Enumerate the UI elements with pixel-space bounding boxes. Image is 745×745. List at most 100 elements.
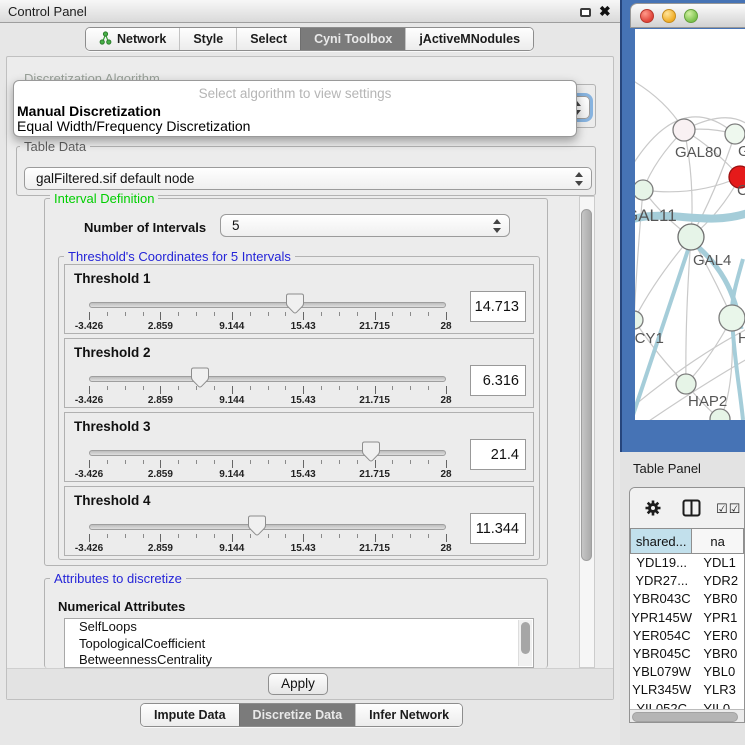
numerical-attributes-list[interactable]: SelfLoopsTopologicalCoefficientBetweenne… bbox=[64, 618, 534, 668]
attribute-list-item[interactable]: BetweennessCentrality bbox=[65, 652, 533, 668]
slider-handle[interactable] bbox=[285, 293, 304, 314]
table-row[interactable]: YBR045CYBR0 bbox=[630, 645, 744, 663]
tab-impute-data[interactable]: Impute Data bbox=[141, 704, 239, 726]
threshold-value-field[interactable] bbox=[470, 291, 526, 322]
popup-placeholder: Select algorithm to view settings bbox=[14, 86, 576, 101]
cell-name[interactable]: YDR2 bbox=[693, 572, 744, 590]
network-window-frame: GAL80 GA C GAL11 GAL4 GCY1 H HAP2 bbox=[620, 0, 745, 452]
node-gcy1[interactable] bbox=[635, 311, 643, 329]
table-row[interactable]: YBL079WYBL0 bbox=[630, 663, 744, 681]
tab-style[interactable]: Style bbox=[179, 28, 236, 50]
slider-track[interactable] bbox=[89, 376, 446, 382]
slider-handle[interactable] bbox=[190, 367, 209, 388]
attribute-list-item[interactable]: SelfLoops bbox=[65, 619, 533, 636]
slider-handle[interactable] bbox=[247, 515, 266, 536]
gear-icon[interactable] bbox=[644, 499, 662, 522]
show-columns-checkboxes-icon[interactable]: ☑☑ bbox=[716, 502, 741, 517]
num-intervals-combo[interactable]: 5 bbox=[220, 214, 510, 237]
node-gal80[interactable] bbox=[673, 119, 695, 141]
tab-discretize-data[interactable]: Discretize Data bbox=[239, 704, 356, 726]
cell-name[interactable]: YBR0 bbox=[693, 590, 744, 608]
column-header-name[interactable]: na bbox=[692, 528, 744, 554]
apply-button[interactable]: Apply bbox=[268, 673, 328, 695]
close-traffic-light[interactable] bbox=[640, 9, 654, 23]
settings-scrollbar[interactable] bbox=[579, 196, 595, 668]
node-hap2[interactable] bbox=[676, 374, 696, 394]
minimize-traffic-light[interactable] bbox=[662, 9, 676, 23]
table-horizontal-scrollbar[interactable] bbox=[630, 709, 744, 723]
table-data-combo[interactable]: galFiltered.sif default node bbox=[24, 167, 592, 190]
axis-tick-label: 15.43 bbox=[291, 395, 316, 406]
tab-label: Style bbox=[193, 32, 223, 46]
table-row[interactable]: YER054CYER0 bbox=[630, 627, 744, 645]
table-row[interactable]: YDR27...YDR2 bbox=[630, 572, 744, 590]
cell-name[interactable]: YBR0 bbox=[693, 645, 744, 663]
float-window-icon[interactable] bbox=[580, 8, 591, 17]
cell-shared-name[interactable]: YLR345W bbox=[630, 681, 693, 699]
tick-mark bbox=[196, 312, 197, 316]
cell-shared-name[interactable]: YDR27... bbox=[630, 572, 693, 590]
tick-mark bbox=[214, 460, 215, 464]
tab-infer-network[interactable]: Infer Network bbox=[355, 704, 462, 726]
cell-shared-name[interactable]: YPR145W bbox=[630, 609, 693, 627]
column-header-shared-name[interactable]: shared... bbox=[630, 528, 692, 554]
cell-shared-name[interactable]: YER054C bbox=[630, 627, 693, 645]
apply-bar: Apply bbox=[7, 668, 613, 699]
node-top-right[interactable] bbox=[725, 124, 745, 144]
cell-shared-name[interactable]: YDL19... bbox=[630, 554, 693, 572]
tick-mark bbox=[410, 460, 411, 464]
cell-shared-name[interactable]: YBL079W bbox=[630, 663, 693, 681]
slider-track[interactable] bbox=[89, 450, 446, 456]
cell-shared-name[interactable]: YBR045C bbox=[630, 645, 693, 663]
slider-handle[interactable] bbox=[362, 441, 381, 462]
node-h[interactable] bbox=[719, 305, 745, 331]
tick-mark bbox=[321, 460, 322, 464]
slider-track[interactable] bbox=[89, 302, 446, 308]
table-rows[interactable]: YDL19...YDL1YDR27...YDR2YBR043CYBR0YPR14… bbox=[630, 554, 744, 709]
axis-tick-label: 2.859 bbox=[148, 321, 173, 332]
network-icon bbox=[99, 31, 112, 48]
cell-name[interactable]: YIL0 bbox=[693, 700, 744, 710]
tick-mark bbox=[143, 460, 144, 464]
tick-mark bbox=[392, 534, 393, 538]
settings-scrollbar-thumb[interactable] bbox=[581, 209, 592, 561]
node-label: H bbox=[738, 330, 745, 347]
table-row[interactable]: YDL19...YDL1 bbox=[630, 554, 744, 572]
tick-mark bbox=[160, 534, 161, 542]
cell-shared-name[interactable]: YBR043C bbox=[630, 590, 693, 608]
zoom-traffic-light[interactable] bbox=[684, 9, 698, 23]
table-row[interactable]: YPR145WYPR1 bbox=[630, 609, 744, 627]
attribute-list-item[interactable]: TopologicalCoefficient bbox=[65, 636, 533, 653]
split-columns-icon[interactable] bbox=[682, 499, 701, 522]
attributes-list-scrollbar-thumb[interactable] bbox=[521, 622, 530, 654]
network-canvas[interactable]: GAL80 GA C GAL11 GAL4 GCY1 H HAP2 bbox=[635, 29, 745, 420]
cell-shared-name[interactable]: YIL052C bbox=[630, 700, 693, 710]
node-gal11[interactable] bbox=[635, 180, 653, 200]
table-horizontal-scrollbar-thumb[interactable] bbox=[632, 712, 738, 722]
cell-name[interactable]: YER0 bbox=[693, 627, 744, 645]
tab-select[interactable]: Select bbox=[236, 28, 300, 50]
popup-option-equal-width-frequency[interactable]: Equal Width/Frequency Discretization bbox=[17, 118, 250, 134]
threshold-value-field[interactable] bbox=[470, 365, 526, 396]
tab-jactivemnodules[interactable]: jActiveMNodules bbox=[405, 28, 533, 50]
tick-mark bbox=[268, 312, 269, 316]
table-row[interactable]: YIL052CYIL0 bbox=[630, 700, 744, 710]
cyni-bottom-tabs: Impute Data Discretize Data Infer Networ… bbox=[140, 703, 463, 727]
cell-name[interactable]: YBL0 bbox=[693, 663, 744, 681]
slider-track[interactable] bbox=[89, 524, 446, 530]
node-gal4[interactable] bbox=[678, 224, 704, 250]
table-row[interactable]: YLR345WYLR3 bbox=[630, 681, 744, 699]
threshold-2-panel: Threshold 2 -3.4262.8599.14415.4321.7152… bbox=[64, 338, 534, 408]
node-bottom[interactable] bbox=[710, 409, 730, 420]
tab-cyni-toolbox[interactable]: Cyni Toolbox bbox=[300, 28, 405, 50]
cell-name[interactable]: YDL1 bbox=[693, 554, 744, 572]
attributes-list-scrollbar[interactable] bbox=[518, 620, 532, 666]
threshold-value-field[interactable] bbox=[470, 439, 526, 470]
threshold-value-field[interactable] bbox=[470, 513, 526, 544]
close-icon[interactable]: ✖ bbox=[599, 3, 611, 20]
popup-option-manual-discretization[interactable]: Manual Discretization bbox=[17, 103, 161, 119]
cell-name[interactable]: YPR1 bbox=[693, 609, 744, 627]
cell-name[interactable]: YLR3 bbox=[693, 681, 744, 699]
table-row[interactable]: YBR043CYBR0 bbox=[630, 590, 744, 608]
tab-network[interactable]: Network bbox=[86, 28, 179, 50]
